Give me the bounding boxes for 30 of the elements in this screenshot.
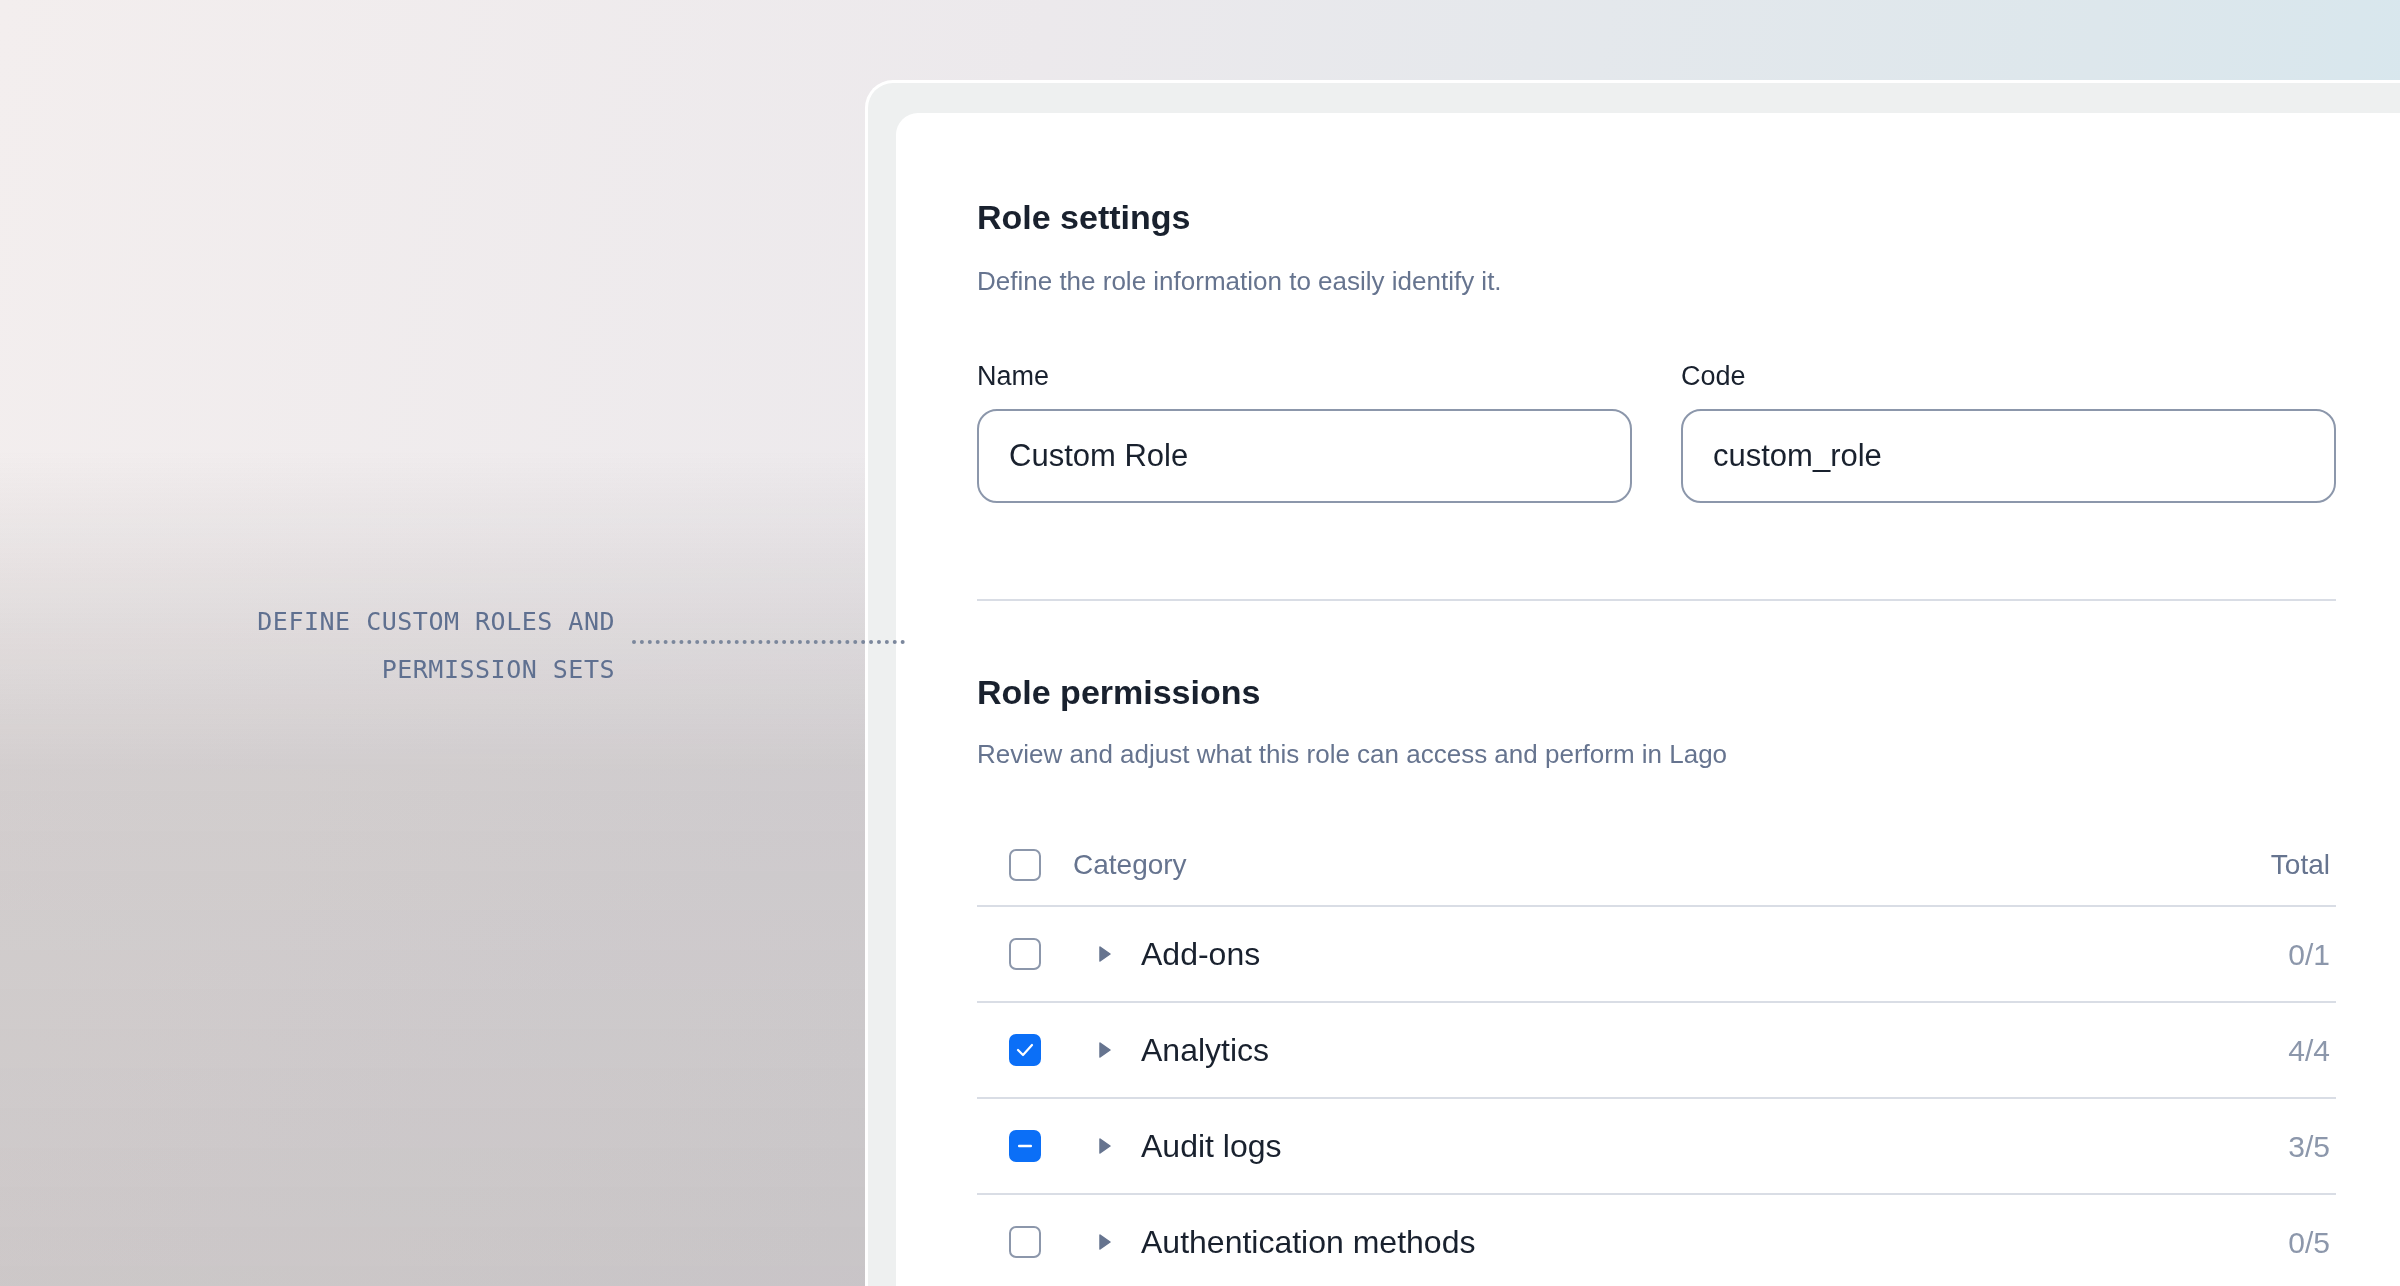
- field-label: Code: [1681, 360, 1747, 393]
- section-description: Define the role information to easily identify it.: [977, 265, 1503, 298]
- text-field[interactable]: custom_role: [1681, 409, 2336, 503]
- column-header: Category: [1073, 848, 1187, 882]
- permission-count: 4/4: [2288, 1032, 2330, 1069]
- annotation-text: DEFINE CUSTOM ROLES AND: [257, 606, 615, 638]
- expand-caret-icon[interactable]: [1099, 1233, 1111, 1251]
- category-name: Audit logs: [1141, 1127, 1282, 1166]
- permission-count: 3/5: [2288, 1128, 2330, 1165]
- expand-caret-icon[interactable]: [1099, 1041, 1111, 1059]
- field-label: Name: [977, 360, 1051, 393]
- checkbox[interactable]: [1009, 1130, 1041, 1162]
- section-title: Role settings: [977, 197, 1192, 237]
- text-field[interactable]: Custom Role: [977, 409, 1632, 503]
- category-name: Authentication methods: [1141, 1223, 1476, 1262]
- check-icon: [1016, 1043, 1034, 1057]
- checkbox[interactable]: [1009, 849, 1041, 881]
- expand-caret-icon[interactable]: [1099, 945, 1111, 963]
- category-name: Add-ons: [1141, 935, 1261, 974]
- section-title: Role permissions: [977, 672, 1262, 712]
- permission-count: 0/5: [2288, 1224, 2330, 1261]
- section-description: Review and adjust what this role can access and perform in Lago: [977, 738, 1729, 771]
- checkbox[interactable]: [1009, 1226, 1041, 1258]
- checkbox[interactable]: [1009, 938, 1041, 970]
- column-header: Total: [2270, 848, 2330, 882]
- permission-count: 0/1: [2288, 936, 2330, 973]
- checkbox[interactable]: [1009, 1034, 1041, 1066]
- expand-caret-icon[interactable]: [1099, 1137, 1111, 1155]
- annotation-text: PERMISSION SETS: [380, 654, 615, 686]
- category-name: Analytics: [1141, 1031, 1270, 1070]
